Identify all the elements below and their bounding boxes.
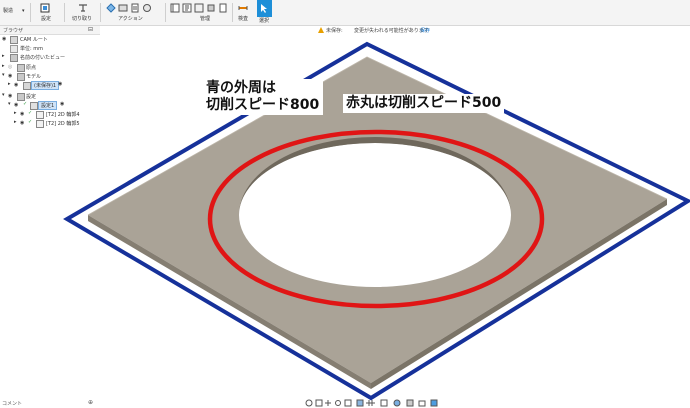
viewport-canvas[interactable] [0, 0, 690, 408]
camera-icon[interactable] [418, 400, 426, 407]
comments-label: コメント [2, 401, 23, 407]
blue-callout-line1: 青の外周は [206, 80, 276, 96]
look-at-icon[interactable] [315, 399, 323, 407]
red-circle-path [207, 129, 545, 309]
red-circle-callout: 赤丸は切削スピード500 [343, 94, 505, 113]
orbit-icon[interactable] [305, 399, 313, 407]
comments-add-icon[interactable]: ⊕ [88, 399, 93, 406]
display-settings-icon[interactable] [356, 399, 364, 407]
environment-icon[interactable] [393, 399, 401, 407]
fit-icon[interactable] [344, 399, 352, 407]
grid-icon[interactable] [366, 400, 375, 406]
blue-callout-line2: 切削スピード800 [206, 97, 320, 113]
simulation-display-icon[interactable] [430, 399, 438, 407]
bottom-bar: コメント ⊕ [0, 398, 690, 408]
pan-icon[interactable] [325, 400, 331, 406]
zoom-icon[interactable] [335, 400, 341, 406]
blue-outline-callout: 青の外周は 切削スピード800 [202, 79, 324, 115]
viewports-icon[interactable] [380, 399, 388, 407]
effects-icon[interactable] [406, 399, 414, 407]
navigation-bar [305, 399, 438, 407]
